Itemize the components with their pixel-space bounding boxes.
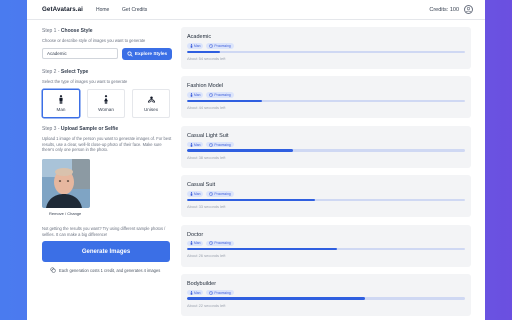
generation-cost-note: Each generation costs 1 credit, and gene… xyxy=(42,267,172,273)
job-type-badge: Man xyxy=(187,240,204,247)
job-status-badge: Processing xyxy=(206,289,234,296)
job-progress-bar xyxy=(187,198,465,202)
step1-help: Choose or describe style of images you w… xyxy=(42,38,146,43)
person-icon xyxy=(190,142,193,147)
job-title: Casual Suit xyxy=(187,182,216,189)
type-options: Man Woman Unisex xyxy=(42,89,172,119)
job-progress-fill xyxy=(187,198,315,202)
job-progress-fill xyxy=(187,297,365,300)
job-progress-fill xyxy=(187,50,221,53)
job-type-badge: Man xyxy=(187,191,204,197)
job-status-badge: Processing xyxy=(206,191,234,197)
tip-text: Not getting the results you want? Try us… xyxy=(42,225,166,237)
job-title: Bodybuilder xyxy=(187,280,217,287)
credits-counter: Credits: 100 xyxy=(429,7,459,13)
job-status-badge: Processing xyxy=(206,92,234,98)
clock-icon xyxy=(209,93,214,97)
job-progress-bar xyxy=(187,248,465,251)
job-card[interactable]: Bodybuilder Man Processing About 22 seconds… xyxy=(181,273,471,316)
job-card[interactable]: Casual Suit Man Processing About 33 seconds… xyxy=(181,175,471,218)
job-card[interactable]: Fashion Model Man Processing About 44 secon… xyxy=(181,76,471,119)
job-title: Doctor xyxy=(187,231,204,238)
job-eta: About 33 seconds left xyxy=(187,204,226,210)
person-icon xyxy=(190,93,193,97)
job-type-badge: Man xyxy=(187,141,204,148)
job-progress-fill xyxy=(187,149,293,152)
job-card[interactable]: Academic Man Processing About 54 seconds le… xyxy=(181,27,471,69)
user-account-icon[interactable] xyxy=(464,5,473,14)
search-icon xyxy=(127,51,133,57)
type-option-woman[interactable]: Woman xyxy=(87,89,125,119)
step1-heading: Step 1 - Choose Style xyxy=(42,28,93,34)
explore-styles-button[interactable]: Explore Styles xyxy=(122,47,172,60)
clock-icon xyxy=(209,241,214,246)
clock-icon xyxy=(209,43,214,48)
app-window: GetAvatars.ai Home Get Credits Credits: … xyxy=(27,0,485,320)
nav-home-link[interactable]: Home xyxy=(96,7,109,13)
job-card[interactable]: Casual Light Suit Man Processing About 38 s… xyxy=(181,125,471,168)
job-status-badge: Processing xyxy=(206,240,234,247)
person-icon xyxy=(190,241,193,246)
job-progress-fill xyxy=(187,99,263,103)
job-status-badge: Processing xyxy=(206,141,234,148)
job-type-badge: Man xyxy=(187,43,204,49)
clock-icon xyxy=(209,290,214,295)
step2-help: Select the type of images you want to ge… xyxy=(42,78,128,84)
type-option-unisex[interactable]: Unisex xyxy=(132,89,170,119)
type-option-man[interactable]: Man xyxy=(42,89,80,119)
job-progress-bar xyxy=(187,149,465,152)
generate-images-button[interactable]: Generate Images xyxy=(42,241,170,263)
top-nav: GetAvatars.ai Home Get Credits Credits: … xyxy=(27,0,485,20)
job-title: Academic xyxy=(187,34,212,40)
remove-change-photo-button[interactable]: Remove / Change xyxy=(49,211,172,216)
person-icon xyxy=(190,191,193,196)
man-icon xyxy=(59,95,63,105)
step3-heading: Step 3 - Upload Sample or Selfie xyxy=(42,126,119,133)
job-eta: About 26 seconds left xyxy=(187,253,226,259)
unisex-icon xyxy=(147,96,155,103)
job-title: Casual Light Suit xyxy=(187,132,229,139)
job-card[interactable]: Doctor Man Processing About 26 seconds left xyxy=(181,224,471,267)
job-type-badge: Man xyxy=(187,92,204,98)
person-icon xyxy=(190,290,193,295)
style-input[interactable]: Academic xyxy=(42,48,118,60)
generation-form: Step 1 - Choose Style Choose or describe… xyxy=(42,28,172,273)
job-type-badge: Man xyxy=(187,289,204,296)
clock-icon xyxy=(209,142,214,147)
coins-icon xyxy=(50,267,56,273)
job-eta: About 44 seconds left xyxy=(187,105,226,111)
step3-help: Upload 1 image of the person you want to… xyxy=(42,136,172,153)
brand-logo[interactable]: GetAvatars.ai xyxy=(42,6,83,13)
nav-get-credits-link[interactable]: Get Credits xyxy=(122,7,147,13)
job-status-badge: Processing xyxy=(206,43,234,49)
job-progress-fill xyxy=(187,248,338,251)
job-progress-bar xyxy=(187,50,465,53)
step2-heading: Step 2 - Select Type xyxy=(42,68,89,75)
job-eta: About 22 seconds left xyxy=(187,302,226,308)
clock-icon xyxy=(209,192,214,196)
job-progress-bar xyxy=(187,297,465,300)
uploaded-selfie xyxy=(42,158,90,208)
job-eta: About 38 seconds left xyxy=(187,154,226,160)
job-eta: About 54 seconds left xyxy=(187,55,226,61)
person-icon xyxy=(190,43,193,48)
generation-queue: Academic Man Processing About 54 seconds le… xyxy=(181,27,471,320)
job-progress-bar xyxy=(187,99,465,103)
job-title: Fashion Model xyxy=(187,83,224,90)
woman-icon xyxy=(104,95,108,105)
